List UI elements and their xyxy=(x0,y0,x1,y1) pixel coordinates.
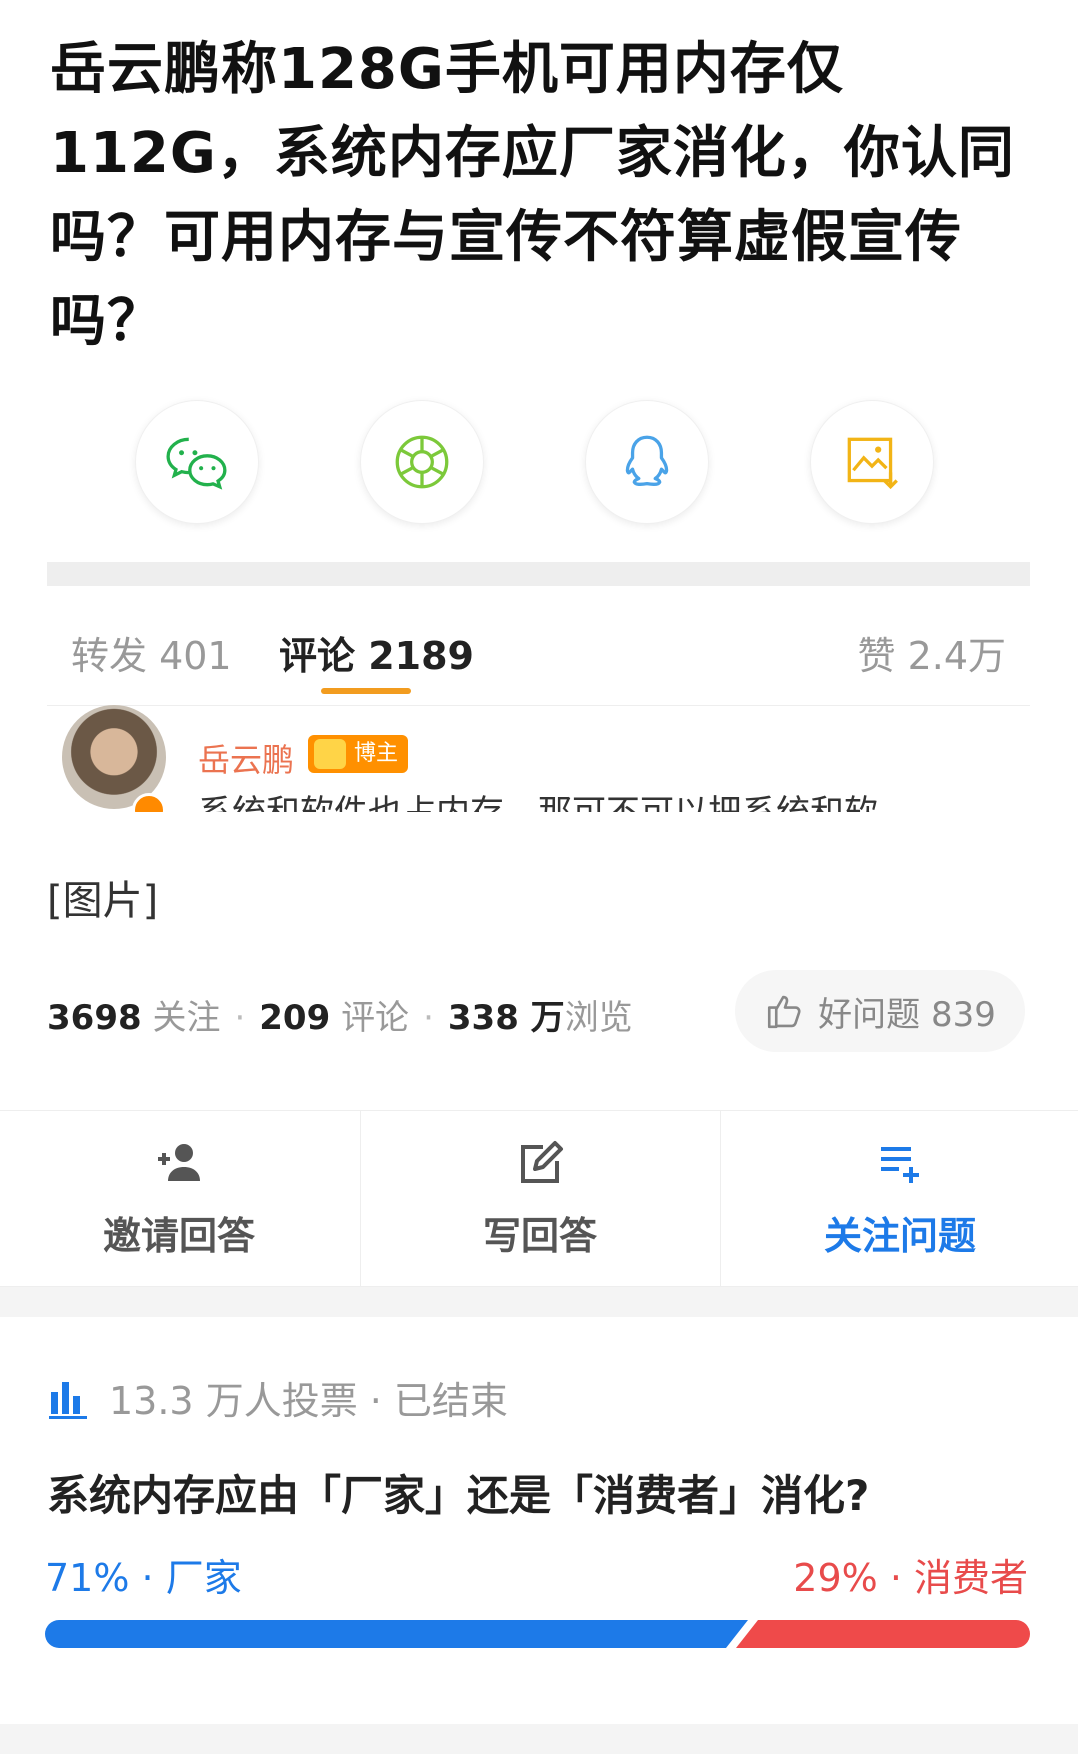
blogger-badge: 博主 xyxy=(308,735,409,773)
comment-item[interactable]: 岳云鹏 博主 系统和软件也占内存，那可不可以把系统和软 xyxy=(62,705,1022,812)
separator-dot: · xyxy=(234,998,246,1038)
qq-icon xyxy=(625,435,669,486)
comment-text: 系统和软件也占内存，那可不可以把系统和软 xyxy=(198,785,878,812)
follow-label: 关注 xyxy=(152,998,221,1038)
blogger-badge-label: 博主 xyxy=(354,741,399,766)
follow-list-icon xyxy=(881,1147,919,1183)
save-image-icon xyxy=(847,437,898,490)
comment-label: 评论 xyxy=(341,998,410,1038)
poll-result-bar xyxy=(45,1620,1030,1648)
write-answer-label: 写回答 xyxy=(482,1214,597,1258)
section-gap xyxy=(0,1287,1078,1317)
comment-count: 209 xyxy=(259,998,331,1038)
poll-bar-consumer xyxy=(736,1620,1030,1648)
bar-chart-icon xyxy=(49,1381,87,1419)
share-qq-button[interactable] xyxy=(585,400,709,524)
crown-icon xyxy=(314,739,346,769)
tab-comments[interactable]: 评论 2189 xyxy=(279,625,474,680)
share-row xyxy=(0,400,1078,524)
invite-answer-button[interactable]: 邀请回答 xyxy=(0,1111,358,1286)
wechat-icon xyxy=(166,437,227,490)
tab-bar: 转发 401 评论 2189 赞 2.4万 xyxy=(47,605,1030,706)
add-person-icon xyxy=(158,1144,200,1181)
edit-icon xyxy=(521,1141,563,1183)
tab-repost[interactable]: 转发 401 xyxy=(71,625,232,680)
save-image-button[interactable] xyxy=(810,400,934,524)
good-question-label: 好问题 839 xyxy=(818,994,996,1035)
active-tab-indicator xyxy=(321,688,411,694)
question-stats: 3698 关注 · 209 评论 · 338 万浏览 xyxy=(47,990,633,1039)
follow-question-button[interactable]: 关注问题 xyxy=(720,1111,1078,1286)
share-wechat-button[interactable] xyxy=(135,400,259,524)
action-bar: 邀请回答 写回答 关注问题 xyxy=(0,1110,1078,1287)
image-placeholder[interactable]: [图片] xyxy=(47,868,158,926)
share-moments-button[interactable] xyxy=(360,400,484,524)
poll-option-manufacturer[interactable]: 71% · 厂家 xyxy=(45,1547,242,1602)
tab-likes[interactable]: 赞 2.4万 xyxy=(857,625,1006,680)
poll-question: 系统内存应由「厂家」还是「消费者」消化? xyxy=(47,1471,870,1520)
follow-count: 3698 xyxy=(47,998,142,1038)
divider xyxy=(47,562,1030,586)
question-title: 岳云鹏称128G手机可用内存仅112G，系统内存应厂家消化，你认同吗？可用内存与… xyxy=(50,37,1015,354)
moments-icon xyxy=(395,435,449,489)
poll-header: 13.3 万人投票 · 已结束 xyxy=(47,1370,508,1425)
poll-status: 13.3 万人投票 · 已结束 xyxy=(109,1379,508,1423)
comment-author[interactable]: 岳云鹏 xyxy=(198,735,294,781)
poll-option-consumer[interactable]: 29% · 消费者 xyxy=(793,1547,1028,1602)
good-question-button[interactable]: 好问题 839 xyxy=(735,970,1025,1052)
poll-bar-manufacturer xyxy=(45,1620,748,1648)
write-answer-button[interactable]: 写回答 xyxy=(360,1111,719,1286)
follow-question-label: 关注问题 xyxy=(823,1214,976,1258)
invite-answer-label: 邀请回答 xyxy=(102,1214,255,1258)
separator-dot: · xyxy=(423,998,434,1038)
section-gap xyxy=(0,1724,1078,1754)
view-count: 338 万 xyxy=(447,998,565,1038)
thumbs-up-icon xyxy=(768,995,801,1029)
view-label: 浏览 xyxy=(564,998,633,1038)
